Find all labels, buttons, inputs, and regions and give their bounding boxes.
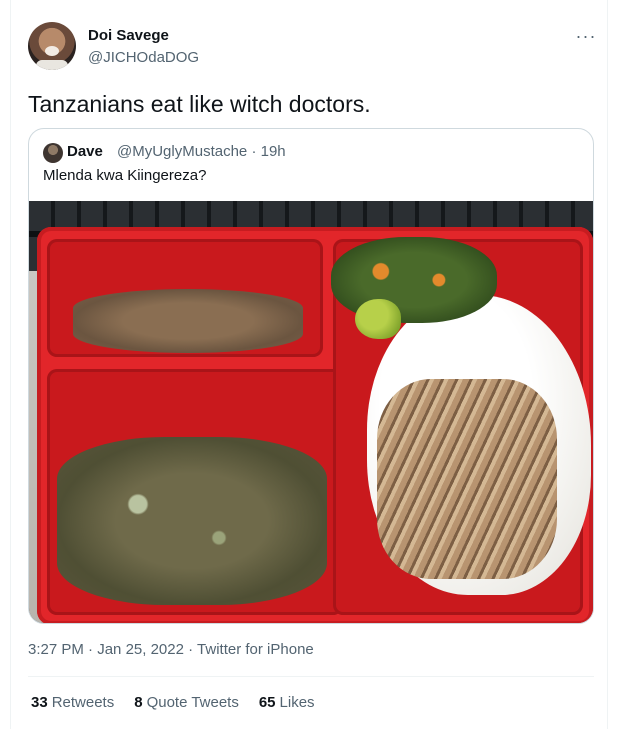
quoted-tweet-photo[interactable] [29, 201, 593, 623]
tweet-text: Tanzanians eat like witch doctors. [28, 91, 371, 117]
timestamp-separator: · [183, 641, 198, 658]
quoted-author-name: Dave [67, 143, 103, 160]
avatar-dog-snout [45, 46, 59, 56]
photo-food-tray [37, 227, 593, 623]
more-horizontal-icon[interactable]: ··· [575, 26, 597, 46]
quoted-author-handle-and-time: @MyUglyMustache · 19h [117, 143, 286, 160]
tweet-time[interactable]: 3:27 PM [28, 641, 84, 658]
author-handle[interactable]: @JICHOdaDOG [88, 49, 199, 66]
dried-fish [377, 379, 557, 579]
quoted-author-handle: @MyUglyMustache [117, 143, 248, 160]
vegetable-stew [57, 437, 327, 605]
quote-tweets-count: 8 [134, 694, 143, 711]
likes-count: 65 [258, 694, 276, 711]
tweet-source[interactable]: Twitter for iPhone [197, 641, 314, 658]
green-pepper [355, 299, 401, 339]
likes-stat[interactable]: 65 Likes [259, 694, 315, 711]
retweets-count: 33 [31, 694, 48, 711]
author-name[interactable]: Doi Savege [88, 27, 169, 44]
tweet-timestamp: 3:27 PM · Jan 25, 2022 · Twitter for iPh… [28, 641, 314, 658]
author-avatar[interactable] [28, 22, 76, 70]
quoted-tweet-card[interactable]: Dave @MyUglyMustache · 19h Mlenda kwa Ki… [28, 128, 594, 624]
timestamp-separator: · [83, 641, 98, 658]
quoted-tweet-text: Mlenda kwa Kiingereza? [43, 167, 207, 184]
divider [28, 676, 594, 677]
retweets-stat[interactable]: 33 Retweets [31, 694, 114, 711]
retweets-label: Retweets [51, 694, 115, 711]
tweet-stats: 33 Retweets 8 Quote Tweets 65 Likes [31, 694, 315, 711]
tweet-date[interactable]: Jan 25, 2022 [97, 641, 184, 658]
avatar-dog-collar [36, 60, 68, 70]
quoted-time-ago: · 19h [251, 143, 286, 160]
bean-soup [73, 289, 303, 353]
quote-tweets-label: Quote Tweets [146, 694, 239, 711]
quoted-author-avatar [43, 143, 63, 163]
likes-label: Likes [279, 694, 315, 711]
quote-tweets-stat[interactable]: 8 Quote Tweets [134, 694, 239, 711]
